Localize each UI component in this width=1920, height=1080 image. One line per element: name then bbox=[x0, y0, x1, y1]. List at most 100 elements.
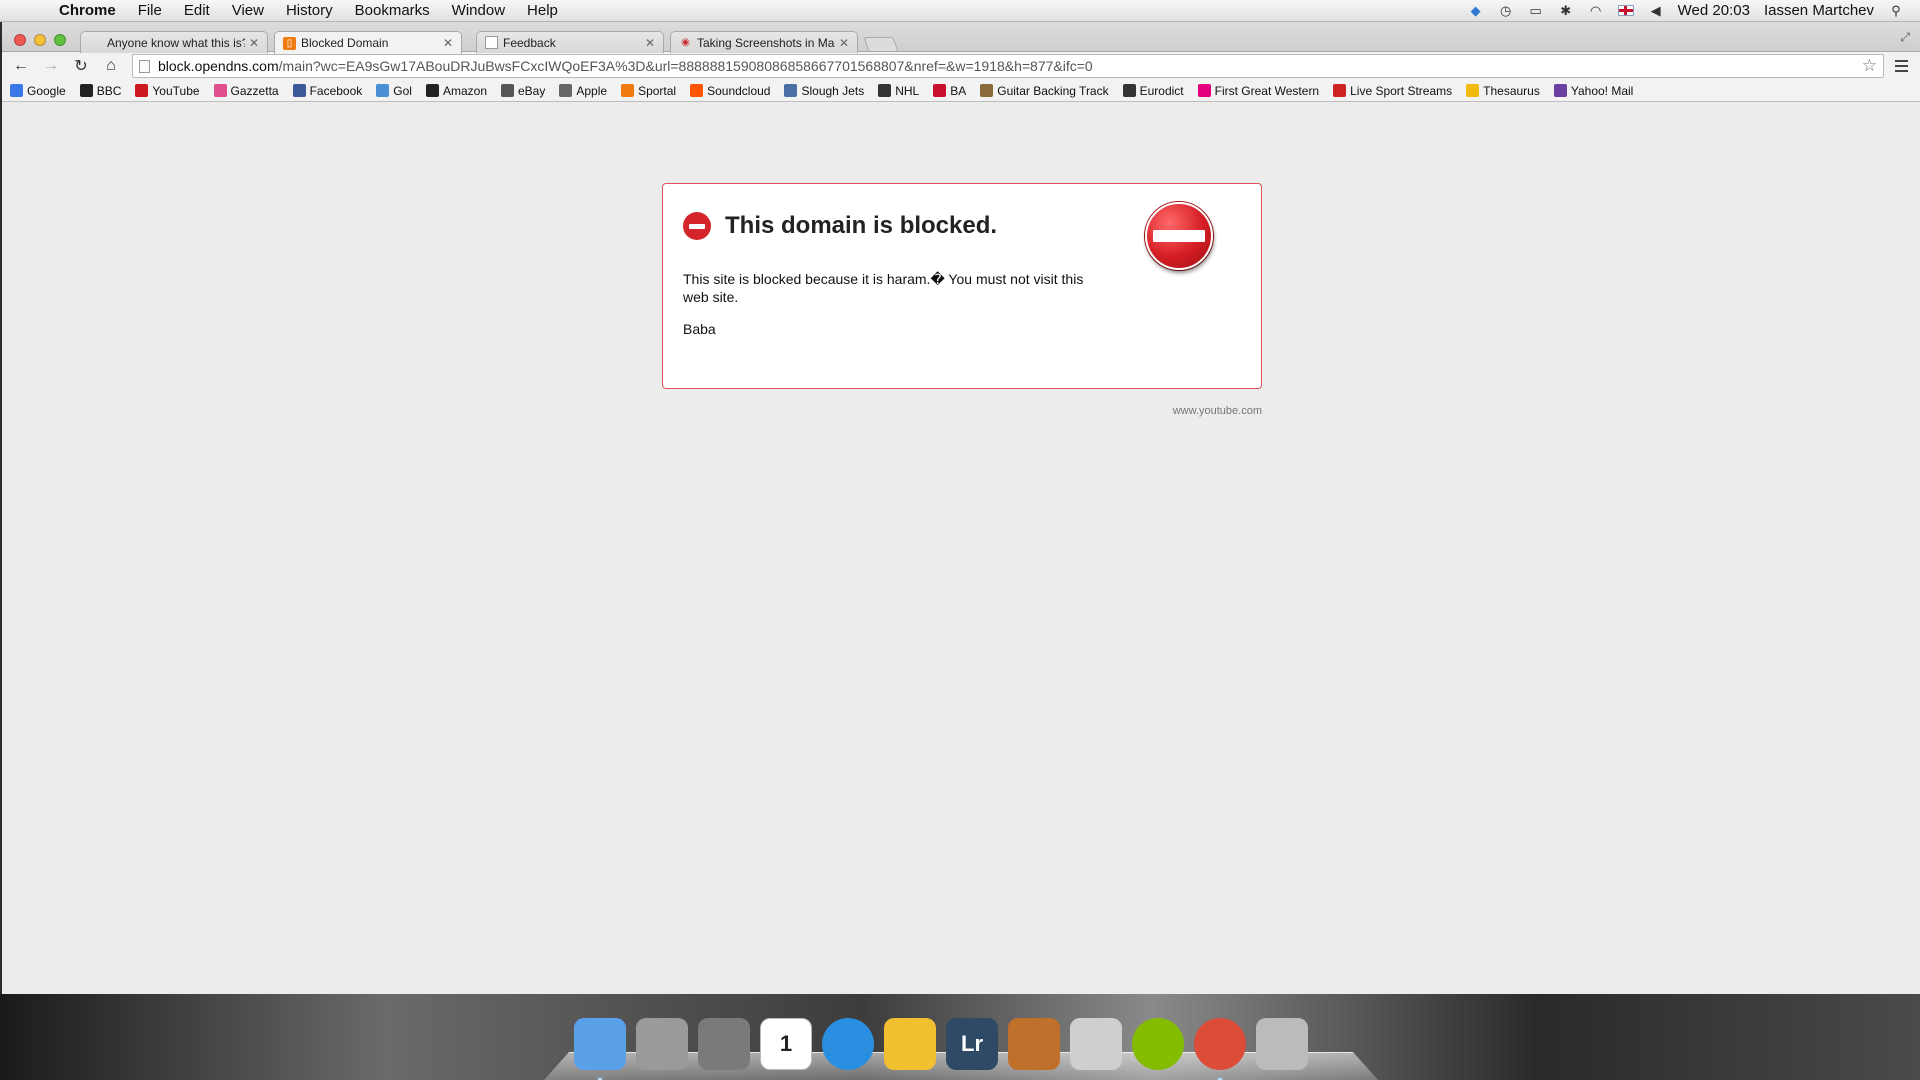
gol-icon bbox=[376, 84, 390, 97]
trash-icon[interactable] bbox=[1256, 1018, 1308, 1070]
zoom-window-button[interactable] bbox=[54, 34, 66, 46]
reload-button[interactable]: ↻ bbox=[68, 55, 94, 77]
bookmark-label: Slough Jets bbox=[801, 83, 865, 98]
close-window-button[interactable] bbox=[14, 34, 26, 46]
forward-button[interactable]: → bbox=[38, 55, 64, 77]
spotify-icon[interactable] bbox=[1132, 1018, 1184, 1070]
finder-icon[interactable] bbox=[574, 1018, 626, 1080]
facebook-icon bbox=[292, 84, 306, 97]
bookmark-star-icon[interactable]: ☆ bbox=[1862, 56, 1877, 76]
back-button[interactable]: ← bbox=[8, 55, 34, 77]
menubar-user[interactable]: Iassen Martchev bbox=[1764, 2, 1874, 19]
tab-close-icon[interactable]: ✕ bbox=[645, 36, 655, 50]
bookmark-item[interactable]: Live Sport Streams bbox=[1333, 84, 1452, 98]
tab-taking-screenshots[interactable]: ◉ Taking Screenshots in Mac ✕ bbox=[670, 31, 858, 53]
menu-edit[interactable]: Edit bbox=[173, 2, 221, 19]
bookmark-item[interactable]: Apple bbox=[559, 84, 607, 98]
garageband-icon[interactable] bbox=[1008, 1018, 1060, 1070]
bookmark-item[interactable]: BA bbox=[933, 84, 966, 98]
bookmark-item[interactable]: Amazon bbox=[425, 84, 487, 98]
bookmark-item[interactable]: Gol bbox=[376, 84, 412, 98]
wifi-icon[interactable]: ◠ bbox=[1588, 3, 1604, 18]
tab-close-icon[interactable]: ✕ bbox=[249, 36, 259, 50]
itunes-icon[interactable] bbox=[822, 1018, 874, 1070]
home-button[interactable]: ⌂ bbox=[98, 55, 124, 77]
ebay-icon bbox=[501, 84, 514, 97]
dock-icon-text: Lr bbox=[961, 1031, 983, 1056]
new-tab-button[interactable] bbox=[863, 37, 899, 52]
thesaurus-icon bbox=[1466, 84, 1480, 97]
block-notice-box: This domain is blocked. This site is blo… bbox=[662, 183, 1262, 389]
bookmark-item[interactable]: eBay bbox=[501, 84, 545, 98]
block-title: This domain is blocked. bbox=[725, 212, 998, 239]
minimize-window-button[interactable] bbox=[34, 34, 46, 46]
menu-window[interactable]: Window bbox=[441, 2, 516, 19]
calendar-icon[interactable]: 1 bbox=[760, 1018, 812, 1070]
bookmark-item[interactable]: NHL bbox=[878, 84, 919, 98]
bookmark-item[interactable]: First Great Western bbox=[1197, 83, 1320, 98]
bookmark-label: Sportal bbox=[638, 83, 677, 98]
time-machine-icon[interactable]: ◷ bbox=[1498, 3, 1514, 18]
tab-blocked-domain[interactable]: ▯ Blocked Domain ✕ bbox=[274, 31, 462, 54]
imovie-icon[interactable] bbox=[884, 1018, 936, 1070]
bookmark-item[interactable]: Thesaurus bbox=[1466, 84, 1540, 98]
eurodict-icon bbox=[1122, 84, 1136, 97]
menu-app-name[interactable]: Chrome bbox=[48, 2, 127, 19]
page-info-icon[interactable] bbox=[139, 59, 150, 73]
menu-bar: Chrome File Edit View History Bookmarks … bbox=[0, 0, 1920, 22]
bookmark-item[interactable]: Guitar Backing Track bbox=[980, 83, 1109, 98]
browser-window: Anyone know what this is? ✕ ▯ Blocked Do… bbox=[2, 22, 1920, 994]
chrome-menu-button[interactable] bbox=[1888, 55, 1914, 77]
bookmark-item[interactable]: Yahoo! Mail bbox=[1553, 83, 1634, 98]
menu-file[interactable]: File bbox=[127, 2, 173, 19]
bookmark-item[interactable]: BBC bbox=[79, 84, 121, 98]
window-controls bbox=[14, 34, 66, 46]
calculator-icon[interactable] bbox=[1070, 1018, 1122, 1070]
bookmark-item[interactable]: Gazzetta bbox=[213, 84, 279, 98]
bookmark-label: Thesaurus bbox=[1483, 83, 1540, 98]
gazzetta-icon bbox=[213, 84, 227, 97]
system-preferences-icon[interactable] bbox=[698, 1018, 750, 1070]
bookmark-label: eBay bbox=[518, 83, 546, 98]
volume-icon[interactable]: ◀ bbox=[1648, 3, 1664, 18]
menu-view[interactable]: View bbox=[221, 2, 275, 19]
lss-icon bbox=[1333, 84, 1347, 97]
bookmark-label: Soundcloud bbox=[707, 83, 771, 98]
tab-strip: Anyone know what this is? ✕ ▯ Blocked Do… bbox=[2, 22, 1920, 54]
tab-feedback[interactable]: Feedback ✕ bbox=[476, 31, 664, 53]
menu-help[interactable]: Help bbox=[516, 2, 569, 19]
spotlight-search-icon[interactable]: ⚲ bbox=[1888, 3, 1904, 18]
bluetooth-icon[interactable]: ✱ bbox=[1558, 3, 1574, 18]
lightroom-icon[interactable]: Lr bbox=[946, 1018, 998, 1070]
tab-close-icon[interactable]: ✕ bbox=[839, 36, 849, 50]
bookmark-label: BA bbox=[950, 83, 967, 98]
bookmark-label: First Great Western bbox=[1214, 83, 1320, 98]
dropbox-icon[interactable]: ◆ bbox=[1468, 3, 1484, 18]
bookmark-label: Yahoo! Mail bbox=[1570, 83, 1634, 98]
tab-anyone-know[interactable]: Anyone know what this is? ✕ bbox=[80, 31, 268, 53]
input-source-flag-icon[interactable] bbox=[1617, 5, 1634, 16]
url-host: block.opendns.com bbox=[158, 58, 279, 74]
menu-bookmarks[interactable]: Bookmarks bbox=[344, 2, 441, 19]
bookmark-label: Guitar Backing Track bbox=[997, 83, 1109, 98]
menu-history[interactable]: History bbox=[275, 2, 344, 19]
support-icon: ◉ bbox=[681, 37, 690, 48]
tab-title: Anyone know what this is? bbox=[107, 35, 245, 50]
page-icon bbox=[485, 36, 498, 49]
fullscreen-icon[interactable]: ⤢ bbox=[1900, 30, 1910, 45]
bookmark-item[interactable]: Slough Jets bbox=[784, 84, 864, 98]
bookmark-item[interactable]: Sportal bbox=[621, 84, 676, 98]
nhl-icon bbox=[878, 84, 892, 97]
fgw-icon bbox=[1197, 84, 1211, 97]
bookmark-item[interactable]: Facebook bbox=[292, 84, 362, 98]
display-icon[interactable]: ▭ bbox=[1528, 3, 1544, 18]
chrome-icon[interactable] bbox=[1194, 1018, 1246, 1080]
address-bar[interactable]: block.opendns.com /main?wc=EA9sGw17ABouD… bbox=[132, 54, 1884, 78]
tab-close-icon[interactable]: ✕ bbox=[443, 36, 453, 50]
bookmark-item[interactable]: Eurodict bbox=[1122, 84, 1184, 98]
launchpad-icon[interactable] bbox=[636, 1018, 688, 1070]
bookmark-item[interactable]: Soundcloud bbox=[690, 84, 770, 98]
menubar-clock[interactable]: Wed 20:03 bbox=[1678, 2, 1750, 19]
bookmark-item[interactable]: Google bbox=[10, 84, 66, 98]
bookmark-item[interactable]: YouTube bbox=[135, 84, 200, 98]
